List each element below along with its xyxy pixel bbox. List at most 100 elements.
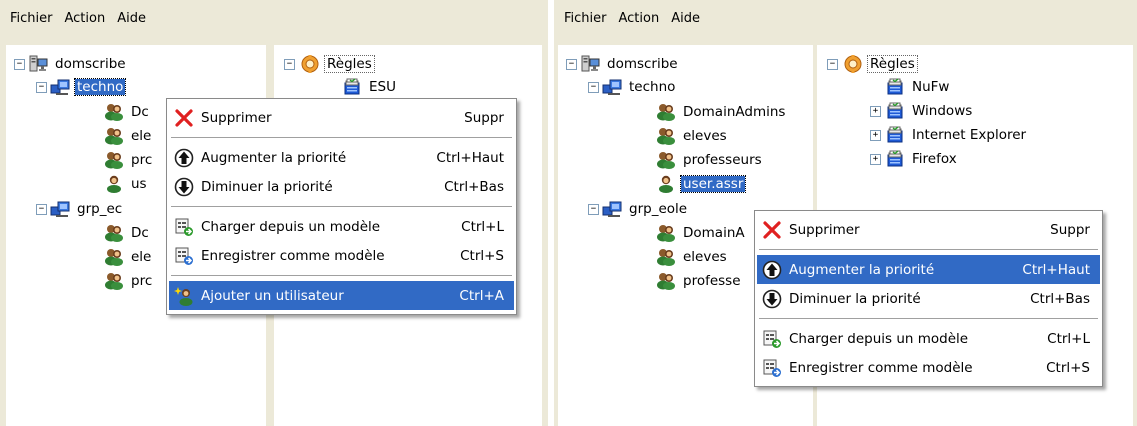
users-icon — [104, 151, 124, 169]
tree-node-label: domscribe — [607, 56, 678, 72]
tree-node-rule[interactable]: ESU — [342, 76, 398, 98]
menu-fichier[interactable]: Fichier — [4, 11, 59, 26]
tree-node-group[interactable]: ele — [104, 125, 153, 147]
server-icon — [580, 55, 600, 73]
tree-node-group[interactable]: prc — [104, 149, 154, 171]
tree-node-label: us — [131, 176, 147, 192]
menu-action[interactable]: Action — [59, 11, 112, 26]
tree-node-grp[interactable]: grp_eole — [602, 198, 689, 220]
tree-node-group[interactable]: ele — [104, 246, 153, 268]
collapse-icon[interactable]: − — [588, 204, 599, 215]
tree-node-user[interactable]: us — [104, 173, 149, 195]
tree-node-user[interactable]: user.assr — [656, 173, 747, 195]
tree-node-label: prc — [131, 273, 153, 289]
tree-node-label: DomainAdmins — [683, 104, 786, 120]
user-icon — [656, 175, 676, 193]
menu-item-charger-modele[interactable]: Charger depuis un modèle Ctrl+L — [169, 212, 514, 241]
tree-node-label: Dc — [131, 104, 149, 120]
users-icon — [656, 151, 676, 169]
arrow-down-circle-icon — [762, 289, 782, 309]
tree-node-group[interactable]: eleves — [656, 246, 729, 268]
menu-separator — [171, 275, 512, 276]
delete-x-icon — [174, 108, 194, 128]
menu-item-augmenter-priorite[interactable]: Augmenter la priorité Ctrl+Haut — [169, 143, 514, 172]
tree-node-group[interactable]: professeurs — [656, 149, 764, 171]
menu-item-shortcut: Ctrl+S — [1046, 359, 1090, 376]
tree-node-rule[interactable]: Windows — [885, 100, 974, 122]
menu-item-diminuer-priorite[interactable]: Diminuer la priorité Ctrl+Bas — [757, 284, 1100, 313]
tree-node-group[interactable]: professe — [656, 270, 743, 292]
tree-node-group[interactable]: Dc — [104, 101, 151, 123]
menu-bar: Fichier Action Aide — [0, 0, 548, 36]
load-template-icon — [762, 329, 782, 349]
menu-action[interactable]: Action — [613, 11, 666, 26]
menu-separator — [171, 206, 512, 207]
tree-node-domscribe[interactable]: domscribe — [28, 53, 128, 75]
collapse-icon[interactable]: − — [827, 59, 838, 70]
menu-separator — [759, 318, 1098, 319]
left-window: Fichier Action Aide − domscribe − techno… — [0, 0, 548, 426]
tree-node-group[interactable]: prc — [104, 270, 154, 292]
tree-node-grp[interactable]: grp_ec — [50, 198, 124, 220]
menu-item-shortcut: Ctrl+Haut — [436, 149, 504, 166]
tree-node-techno[interactable]: techno — [50, 76, 127, 98]
tree-node-label: NuFw — [912, 79, 950, 95]
menu-aide[interactable]: Aide — [665, 11, 706, 26]
collapse-icon[interactable]: − — [36, 82, 47, 93]
computer-group-icon — [50, 200, 70, 218]
expand-icon[interactable]: + — [870, 154, 881, 165]
menu-item-supprimer[interactable]: Supprimer Suppr — [169, 103, 514, 132]
users-icon — [656, 103, 676, 121]
expand-icon[interactable]: + — [870, 106, 881, 117]
right-window: Fichier Action Aide − domscribe − techno… — [554, 0, 1137, 426]
collapse-icon[interactable]: − — [14, 59, 25, 70]
menu-item-shortcut: Suppr — [1050, 221, 1090, 238]
arrow-up-circle-icon — [174, 148, 194, 168]
tree-node-label: prc — [131, 152, 153, 168]
users-icon — [656, 248, 676, 266]
tree-node-group[interactable]: eleves — [656, 125, 729, 147]
menu-item-label: Enregistrer comme modèle — [201, 247, 385, 264]
tree-node-group[interactable]: DomainA — [656, 222, 747, 244]
tree-node-regles[interactable]: Règles — [300, 53, 375, 75]
menu-item-label: Supprimer — [789, 221, 860, 238]
collapse-icon[interactable]: − — [588, 82, 599, 93]
menu-separator — [171, 137, 512, 138]
tree-node-domscribe[interactable]: domscribe — [580, 53, 680, 75]
tree-node-group[interactable]: Dc — [104, 222, 151, 244]
rules-icon — [843, 55, 863, 73]
menu-item-shortcut: Ctrl+A — [459, 287, 504, 304]
menu-fichier[interactable]: Fichier — [558, 11, 613, 26]
tree-node-techno[interactable]: techno — [602, 76, 677, 98]
menu-item-enregistrer-modele[interactable]: Enregistrer comme modèle Ctrl+S — [757, 353, 1100, 382]
save-template-icon — [174, 246, 194, 266]
menu-item-label: Supprimer — [201, 109, 272, 126]
server-icon — [28, 55, 48, 73]
tree-node-rule[interactable]: Firefox — [885, 148, 959, 170]
menu-item-label: Enregistrer comme modèle — [789, 359, 973, 376]
rule-page-icon — [885, 102, 905, 120]
menu-item-augmenter-priorite[interactable]: Augmenter la priorité Ctrl+Haut — [757, 255, 1100, 284]
tree-node-label: Règles — [867, 55, 918, 73]
expand-icon[interactable]: + — [870, 130, 881, 141]
menu-item-supprimer[interactable]: Supprimer Suppr — [757, 215, 1100, 244]
menu-item-charger-modele[interactable]: Charger depuis un modèle Ctrl+L — [757, 324, 1100, 353]
tree-node-rule[interactable]: NuFw — [885, 76, 951, 98]
collapse-icon[interactable]: − — [566, 59, 577, 70]
menu-item-ajouter-utilisateur[interactable]: Ajouter un utilisateur Ctrl+A — [169, 281, 514, 310]
menu-separator — [759, 249, 1098, 250]
menu-item-shortcut: Ctrl+S — [460, 247, 504, 264]
menu-item-enregistrer-modele[interactable]: Enregistrer comme modèle Ctrl+S — [169, 241, 514, 270]
menu-item-diminuer-priorite[interactable]: Diminuer la priorité Ctrl+Bas — [169, 172, 514, 201]
collapse-icon[interactable]: − — [284, 59, 295, 70]
tree-node-regles[interactable]: Règles — [843, 53, 918, 75]
tree-node-rule[interactable]: Internet Explorer — [885, 124, 1028, 146]
menu-item-label: Diminuer la priorité — [201, 178, 333, 195]
tree-node-label: grp_eole — [629, 201, 688, 217]
menu-aide[interactable]: Aide — [111, 11, 152, 26]
menu-item-shortcut: Ctrl+L — [461, 218, 504, 235]
collapse-icon[interactable]: − — [36, 204, 47, 215]
context-menu: Supprimer Suppr Augmenter la priorité Ct… — [754, 210, 1103, 387]
load-template-icon — [174, 217, 194, 237]
tree-node-group[interactable]: DomainAdmins — [656, 101, 787, 123]
